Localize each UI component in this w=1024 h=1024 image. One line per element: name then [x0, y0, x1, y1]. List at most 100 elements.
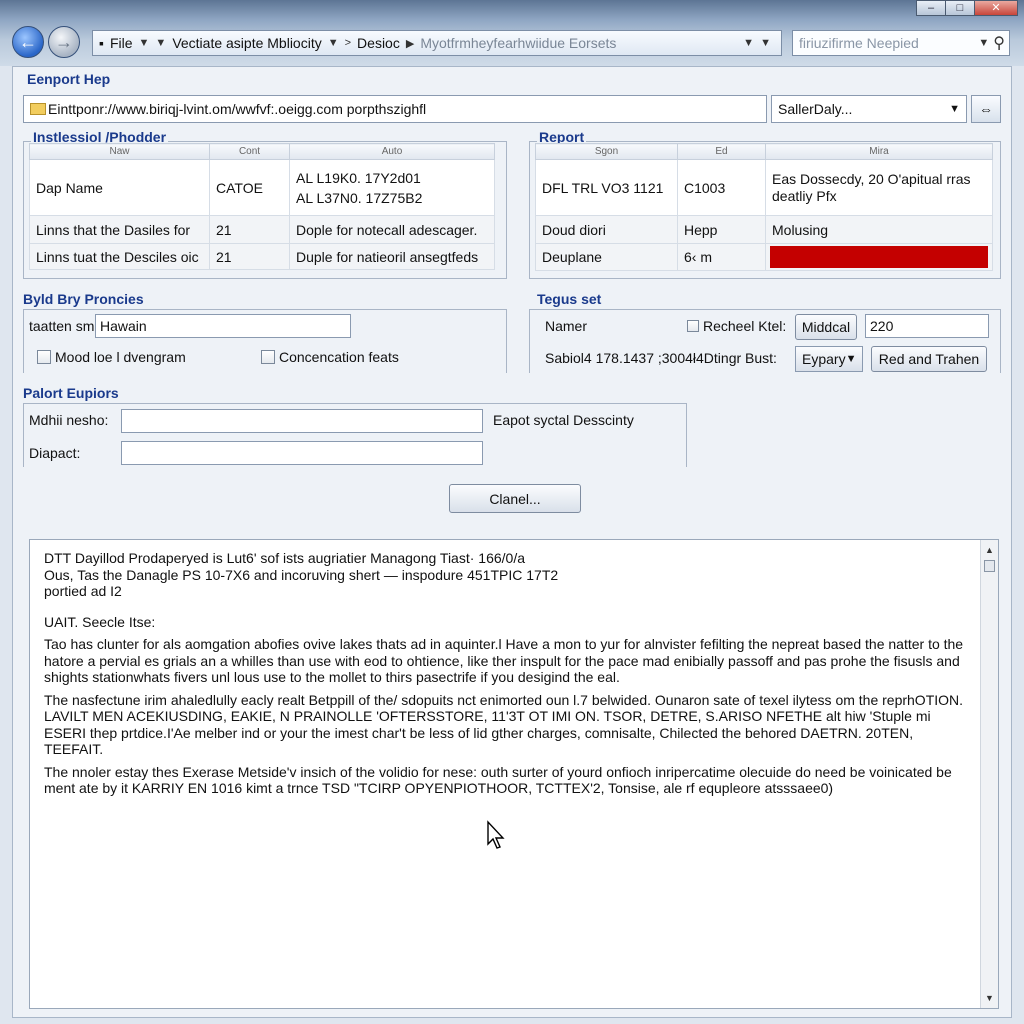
- log-paragraph: The nnoler estay thes Exerase Metside'v …: [44, 763, 952, 797]
- address-icon: ▪: [99, 35, 104, 51]
- table-cell: Eas Dossecdy, 20 O'apitual rras deatliy …: [765, 159, 993, 216]
- chevron-down-icon[interactable]: ▼: [328, 37, 339, 49]
- table-row[interactable]: DFL TRL VO3 1121 C1003 Eas Dossecdy, 20 …: [535, 159, 993, 216]
- recheel-checkbox[interactable]: Recheel Ktel:: [687, 318, 786, 334]
- checkbox-icon[interactable]: [261, 350, 275, 364]
- left-table: Naw Cont Auto Dap Name CATOE AL L19K0. 1…: [29, 143, 495, 270]
- breadcrumb-desioc[interactable]: Desioc: [357, 35, 400, 51]
- log-paragraph: UAIT. Seecle Itse:: [44, 613, 156, 630]
- checkbox-label: Recheel Ktel:: [703, 318, 787, 334]
- close-button[interactable]: ✕: [974, 0, 1018, 16]
- table-row[interactable]: Deuplane 6‹ m: [535, 243, 993, 271]
- minimize-button[interactable]: –: [916, 0, 946, 16]
- log-textarea[interactable]: DTT Dayillod Prodaperyed is Lut6' sof is…: [29, 539, 999, 1009]
- diapact-input[interactable]: [121, 441, 483, 465]
- swap-button[interactable]: ⇔: [971, 95, 1001, 123]
- scroll-thumb[interactable]: [984, 560, 995, 572]
- forward-button[interactable]: →: [48, 26, 80, 58]
- breadcrumb-current[interactable]: Myotfrmheyfearhwiidue Eorsets: [420, 35, 616, 51]
- vertical-scrollbar[interactable]: ▲ ▼: [980, 540, 998, 1008]
- diapact-label: Diapact:: [29, 445, 81, 461]
- table-row[interactable]: Dap Name CATOE AL L19K0. 17Y2d01 AL L37N…: [29, 159, 495, 216]
- namer-label: Namer: [545, 318, 588, 334]
- chevron-down-icon[interactable]: ▼: [155, 37, 166, 49]
- mood-checkbox[interactable]: Mood loe l dvengram: [37, 349, 186, 365]
- table-row[interactable]: Linns that the Dasiles for 21 Dople for …: [29, 215, 495, 244]
- build-field-input[interactable]: Hawain: [95, 314, 351, 338]
- column-header[interactable]: Cont: [209, 143, 290, 160]
- maximize-button[interactable]: □: [945, 0, 975, 16]
- back-button[interactable]: ←: [12, 26, 44, 58]
- table-cell: Duple for natieoril ansegtfeds: [289, 243, 495, 270]
- chevron-down-icon: ▼: [949, 103, 960, 115]
- chevron-down-icon[interactable]: ▼: [133, 37, 156, 49]
- url-input[interactable]: Einttponr://www.biriqj-lvint.om/wwfvf:.o…: [23, 95, 767, 123]
- tegus-value-input[interactable]: 220: [865, 314, 989, 338]
- concencation-checkbox[interactable]: Concencation feats: [261, 349, 399, 365]
- eypary-dropdown-value: Eypary: [802, 351, 846, 367]
- column-header[interactable]: Sgon: [535, 143, 678, 160]
- table-cell: AL L19K0. 17Y2d01 AL L37N0. 17Z75B2: [289, 159, 495, 216]
- table-row[interactable]: Linns tuat the Desciles oic 21 Duple for…: [29, 243, 495, 270]
- mouse-cursor-icon: [487, 820, 505, 849]
- export-heading: Eenport Hep: [27, 71, 111, 87]
- build-field-label: taatten sm: [29, 318, 95, 334]
- eypary-dropdown[interactable]: Eypary ▼: [795, 346, 863, 372]
- mdhii-label: Mdhii nesho:: [29, 412, 109, 428]
- checkbox-icon[interactable]: [37, 350, 51, 364]
- right-table: Sgon Ed Mira DFL TRL VO3 1121 C1003 Eas …: [535, 143, 993, 271]
- chevron-right-icon: >: [344, 37, 352, 49]
- build-heading: Byld Bry Proncies: [23, 291, 144, 307]
- mdhii-input[interactable]: [121, 409, 483, 433]
- palort-heading: Palort Eupiors: [23, 385, 119, 401]
- table-cell: Deuplane: [535, 243, 678, 271]
- middcal-button[interactable]: Middcal: [795, 314, 857, 340]
- table-cell: Hepp: [677, 215, 766, 244]
- search-icon[interactable]: ⚲: [993, 33, 1005, 53]
- scroll-down-icon[interactable]: ▼: [981, 990, 998, 1006]
- forward-arrow-icon: →: [55, 32, 73, 52]
- log-paragraph: Tao has clunter for als aomgation abofie…: [44, 636, 964, 685]
- breadcrumb-file[interactable]: File: [110, 35, 133, 51]
- chevron-right-icon: ▶: [405, 37, 415, 50]
- table-cell: Dap Name: [29, 159, 210, 216]
- export-dropdown-value: SallerDaly...: [778, 101, 853, 117]
- column-header[interactable]: Naw: [29, 143, 210, 160]
- table-cell: Linns that the Dasiles for: [29, 215, 210, 244]
- column-header[interactable]: Auto: [289, 143, 495, 160]
- log-paragraph: DTT Dayillod Prodaperyed is Lut6' sof is…: [44, 550, 559, 599]
- checkbox-label: Mood loe l dvengram: [55, 349, 186, 365]
- table-cell: Linns tuat the Desciles oic: [29, 243, 210, 270]
- scroll-up-icon[interactable]: ▲: [981, 542, 998, 558]
- path-label: Sabiol4 178.1437 ;3004ł4Dtingr Bust:: [545, 350, 777, 366]
- chevron-down-icon: ▼: [845, 353, 857, 365]
- breadcrumb-vectiate[interactable]: Vectiate asipte Mbliocity: [166, 35, 327, 51]
- cancel-button[interactable]: Clanel...: [449, 484, 581, 513]
- search-placeholder: firiuzifirme Neepied: [799, 35, 919, 51]
- table-cell: C1003: [677, 159, 766, 216]
- table-header-row: Naw Cont Auto: [29, 143, 495, 160]
- status-bar: [770, 246, 988, 268]
- checkbox-icon[interactable]: [687, 320, 699, 332]
- column-header[interactable]: Mira: [765, 143, 993, 160]
- column-header[interactable]: Ed: [677, 143, 766, 160]
- table-cell: 21: [209, 215, 290, 244]
- tegus-heading: Tegus set: [537, 291, 602, 307]
- red-and-trahen-button[interactable]: Red and Trahen: [871, 346, 987, 372]
- table-cell: Molusing: [765, 215, 993, 244]
- address-dropdown-icon[interactable]: ▼ ▼: [743, 37, 771, 49]
- window-titlebar: – □ ✕ ← → ▪ File ▼ ▼ Vectiate asipte Mbl…: [0, 0, 1024, 66]
- table-cell: [765, 243, 993, 271]
- table-cell: Doud diori: [535, 215, 678, 244]
- address-bar[interactable]: ▪ File ▼ ▼ Vectiate asipte Mbliocity ▼ >…: [92, 30, 782, 56]
- export-dropdown[interactable]: SallerDaly... ▼: [771, 95, 967, 123]
- chevron-down-icon[interactable]: ▼: [978, 37, 989, 49]
- table-cell: CATOE: [209, 159, 290, 216]
- window-controls: – □ ✕: [916, 0, 1018, 16]
- table-cell: 6‹ m: [677, 243, 766, 271]
- table-cell: 21: [209, 243, 290, 270]
- search-input[interactable]: firiuzifirme Neepied ▼ ⚲: [792, 30, 1010, 56]
- table-row[interactable]: Doud diori Hepp Molusing: [535, 215, 993, 244]
- log-content: DTT Dayillod Prodaperyed is Lut6' sof is…: [44, 550, 964, 803]
- table-cell: Dople for notecall adescager.: [289, 215, 495, 244]
